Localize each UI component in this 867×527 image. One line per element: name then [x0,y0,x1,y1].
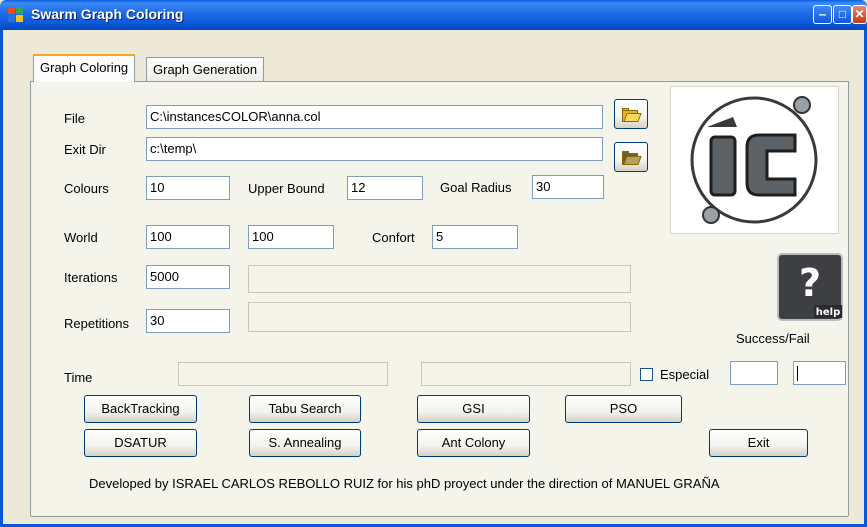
repetitions-input[interactable]: 30 [146,309,230,333]
goal-radius-input[interactable]: 30 [532,175,604,199]
svg-text:?: ? [799,261,821,305]
confort-label: Confort [372,230,415,245]
iterations-input[interactable]: 5000 [146,265,230,289]
dsatur-button[interactable]: DSATUR [84,429,197,457]
goal-radius-label: Goal Radius [440,180,512,195]
developer-credit: Developed by ISRAEL CARLOS REBOLLO RUIZ … [89,476,720,491]
success-input[interactable] [730,361,778,385]
tab-graph-generation[interactable]: Graph Generation [146,57,265,82]
window-title: Swarm Graph Coloring [31,6,184,22]
time-display-2 [421,362,631,386]
upper-bound-input[interactable]: 12 [347,176,423,200]
tab-label: Graph Generation [153,62,258,77]
app-icon [8,7,24,23]
maximize-button[interactable]: □ [833,5,852,24]
ic-logo [670,86,839,234]
success-fail-label: Success/Fail [736,331,810,346]
iterations-label: Iterations [64,270,118,285]
folder-dark-icon [622,150,642,165]
tab-graph-coloring[interactable]: Graph Coloring [33,54,136,82]
help-text: help [816,307,841,318]
colours-label: Colours [64,181,109,196]
especial-label: Especial [660,367,710,382]
time-label: Time [64,370,93,385]
especial-checkbox[interactable] [640,368,653,381]
world-x-input[interactable]: 100 [146,225,230,249]
pso-button[interactable]: PSO [565,395,682,423]
repetitions-label: Repetitions [64,316,130,331]
exit-dir-input[interactable]: c:\temp\ [146,137,603,161]
help-button[interactable]: ? help [776,252,844,322]
ant-colony-button[interactable]: Ant Colony [417,429,530,457]
open-dir-button[interactable] [614,142,648,172]
iterations-progress-bar [248,265,631,293]
file-label: File [64,111,85,126]
folder-open-icon [622,107,642,122]
gsi-button[interactable]: GSI [417,395,530,423]
close-button[interactable]: ✕ [852,5,867,24]
world-y-input[interactable]: 100 [248,225,334,249]
file-input[interactable]: C:\instancesCOLOR\anna.col [146,105,603,129]
world-label: World [64,230,98,245]
s-annealing-button[interactable]: S. Annealing [249,429,361,457]
tabu-search-button[interactable]: Tabu Search [249,395,361,423]
upper-bound-label: Upper Bound [248,181,325,196]
title-bar[interactable]: Swarm Graph Coloring ‒ □ ✕ [0,0,867,30]
open-file-button[interactable] [614,99,648,129]
exit-button[interactable]: Exit [709,429,808,457]
exit-dir-label: Exit Dir [64,142,106,157]
repetitions-progress-bar [248,302,631,332]
time-display-1 [178,362,388,386]
tab-label: Graph Coloring [40,60,129,75]
colours-input[interactable]: 10 [146,176,230,200]
confort-input[interactable]: 5 [432,225,518,249]
minimize-button[interactable]: ‒ [813,5,832,24]
fail-input[interactable] [793,361,846,385]
backtracking-button[interactable]: BackTracking [84,395,197,423]
